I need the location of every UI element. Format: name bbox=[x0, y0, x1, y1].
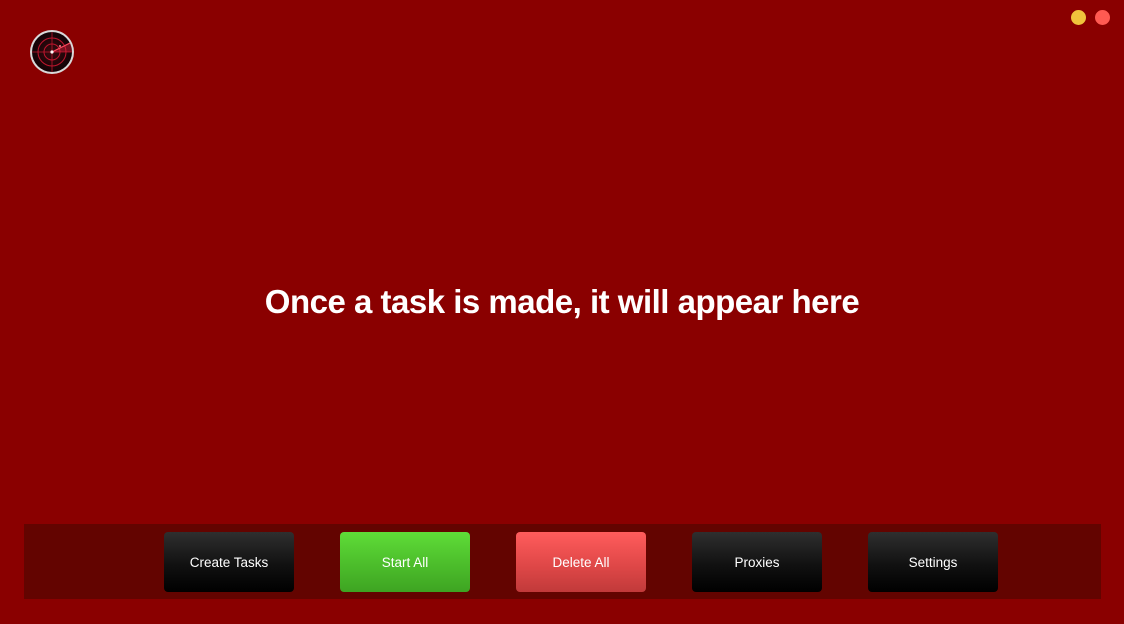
settings-button[interactable]: Settings bbox=[868, 532, 998, 592]
bottom-toolbar: Create Tasks Start All Delete All Proxie… bbox=[24, 524, 1101, 599]
app-window: Once a task is made, it will appear here… bbox=[0, 0, 1124, 624]
start-all-button[interactable]: Start All bbox=[340, 532, 470, 592]
create-tasks-button[interactable]: Create Tasks bbox=[164, 532, 294, 592]
radar-logo-icon bbox=[29, 29, 75, 75]
proxies-button[interactable]: Proxies bbox=[692, 532, 822, 592]
close-button[interactable] bbox=[1095, 10, 1110, 25]
empty-state-message: Once a task is made, it will appear here bbox=[264, 283, 860, 320]
minimize-button[interactable] bbox=[1071, 10, 1086, 25]
delete-all-button[interactable]: Delete All bbox=[516, 532, 646, 592]
